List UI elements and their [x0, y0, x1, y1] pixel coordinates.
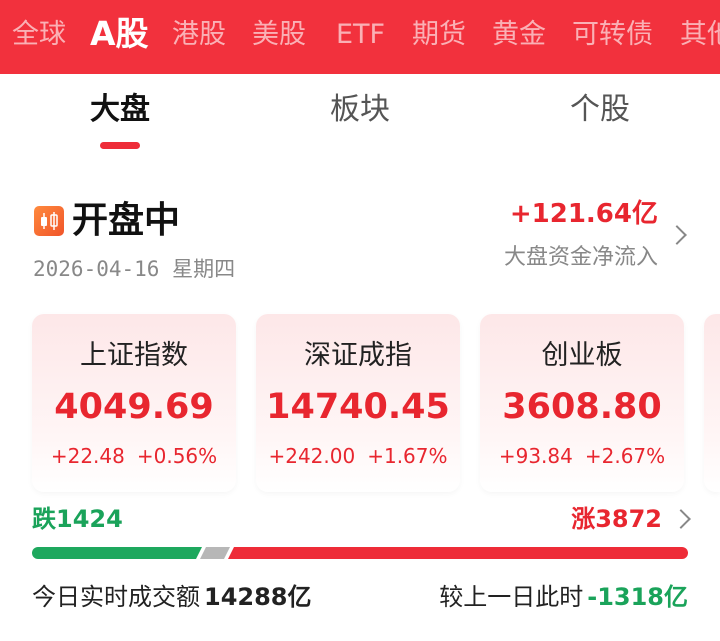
breadth-bar-down: [32, 547, 202, 559]
index-price: 3608.80: [502, 387, 662, 427]
index-name: 创业板: [541, 340, 623, 371]
market-tab-us[interactable]: 美股: [252, 18, 306, 52]
index-card-chinext[interactable]: 创业板 3608.80 +93.84 +2.67%: [480, 314, 684, 492]
index-card-shenzhen[interactable]: 深证成指 14740.45 +242.00 +1.67%: [256, 314, 460, 492]
market-date: 2026-04-16 星期四: [33, 257, 236, 281]
index-change-percent: +0.56%: [136, 444, 218, 468]
index-price: 4049.69: [54, 387, 214, 427]
tab-sectors[interactable]: 板块: [280, 90, 440, 130]
tab-market-overview[interactable]: 大盘: [40, 90, 200, 130]
index-name: 上证指数: [80, 340, 188, 371]
turnover: 今日实时成交额 14288亿: [32, 580, 312, 614]
turnover-compare-label: 较上一日此时: [439, 583, 584, 611]
index-change-amount: +22.48: [50, 444, 125, 468]
tab-stocks[interactable]: 个股: [520, 90, 680, 130]
market-status-title: 开盘中: [72, 200, 181, 241]
index-change: +93.84 +2.67%: [480, 442, 684, 470]
breadth-bar-up: [228, 547, 688, 559]
index-change-amount: +242.00: [268, 444, 356, 468]
market-tab-other[interactable]: 其他: [680, 18, 720, 52]
candlestick-chart-icon: [34, 206, 64, 236]
market-tab-futures[interactable]: 期货: [412, 18, 466, 52]
advancers-count[interactable]: 涨3872: [571, 502, 662, 536]
decliners-count: 跌1424: [32, 505, 123, 533]
turnover-compare-value: -1318亿: [587, 583, 688, 611]
market-tab-gold[interactable]: 黄金: [492, 18, 546, 52]
turnover-compare: 较上一日此时 -1318亿: [439, 580, 688, 614]
index-card-next[interactable]: [704, 314, 720, 492]
index-name: 深证成指: [304, 340, 412, 371]
active-tab-indicator: [100, 142, 140, 149]
index-change-percent: +2.67%: [584, 444, 666, 468]
turnover-value: 14288亿: [204, 583, 312, 611]
market-tab-a-shares[interactable]: A股: [90, 14, 149, 54]
breadth-bar-flat: [200, 547, 230, 559]
index-change-percent: +1.67%: [367, 444, 448, 468]
market-tab-etf[interactable]: ETF: [336, 18, 385, 52]
market-tab-bar: 全球 A股 港股 美股 ETF 期货 黄金 可转债 其他: [0, 0, 720, 74]
market-tab-global[interactable]: 全球: [12, 18, 66, 52]
market-breadth-bar[interactable]: [32, 547, 688, 559]
market-tab-hk[interactable]: 港股: [172, 18, 226, 52]
index-change: +22.48 +0.56%: [32, 442, 236, 470]
fund-flow-label[interactable]: 大盘资金净流入: [504, 242, 658, 274]
market-tab-convertible-bonds[interactable]: 可转债: [572, 18, 653, 52]
turnover-label: 今日实时成交额: [32, 583, 200, 611]
index-change-amount: +93.84: [498, 444, 573, 468]
sub-tab-bar: 大盘 板块 个股: [0, 74, 720, 166]
chevron-right-icon[interactable]: [667, 225, 687, 245]
fund-flow-value[interactable]: +121.64亿: [510, 196, 658, 232]
index-price: 14740.45: [266, 387, 450, 427]
index-change: +242.00 +1.67%: [256, 442, 460, 470]
index-card-shanghai[interactable]: 上证指数 4049.69 +22.48 +0.56%: [32, 314, 236, 492]
chevron-right-icon[interactable]: [671, 509, 691, 529]
